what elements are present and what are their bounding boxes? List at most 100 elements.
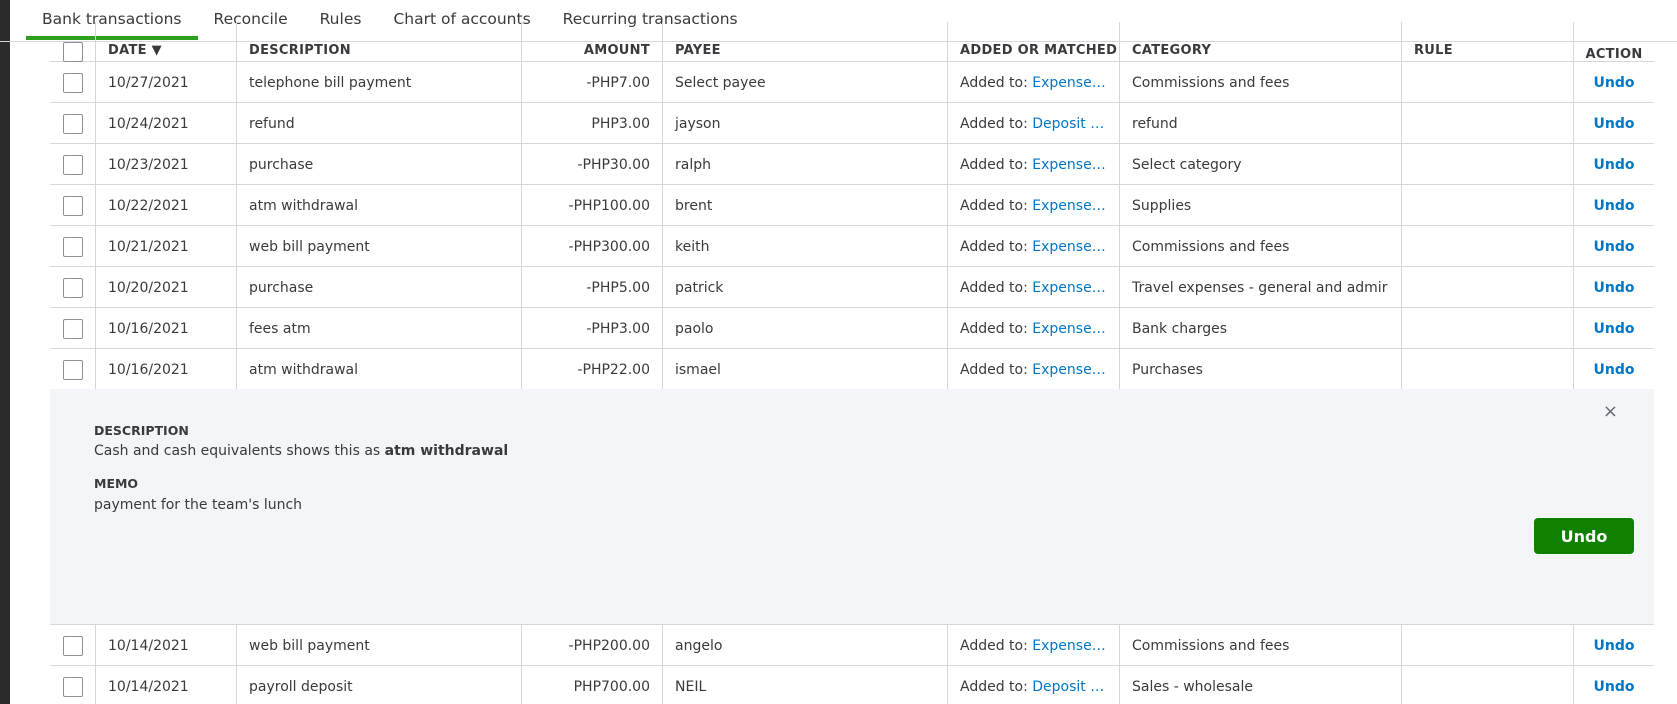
row-added-or-matched: Added to: Expense 10...: [948, 625, 1120, 666]
row-checkbox[interactable]: [62, 236, 83, 257]
row-checkbox[interactable]: [62, 154, 83, 175]
row-added-prefix: Added to:: [960, 197, 1028, 214]
row-rule: [1402, 144, 1574, 185]
row-added-or-matched: Added to: Deposit 10/...: [948, 103, 1120, 144]
row-checkbox-cell: [50, 308, 96, 349]
row-amount: -PHP30.00: [522, 144, 663, 185]
row-payee: paolo: [663, 308, 948, 349]
header-category[interactable]: CATEGORY: [1120, 22, 1402, 62]
row-action-cell: Undo: [1574, 185, 1654, 226]
undo-button[interactable]: Undo: [1534, 518, 1634, 554]
row-added-prefix: Added to:: [960, 279, 1028, 296]
row-added-link[interactable]: Expense 10...: [1032, 239, 1107, 255]
row-checkbox-cell: [50, 625, 96, 666]
row-added-link[interactable]: Expense 10...: [1032, 321, 1107, 337]
table-header: DATE ▼ DESCRIPTION AMOUNT PAYEE ADDED OR…: [50, 22, 1654, 62]
row-undo-link[interactable]: Undo: [1594, 239, 1635, 255]
detail-description-prefix: Cash and cash equivalents shows this as: [94, 443, 381, 459]
row-action-cell: Undo: [1574, 267, 1654, 308]
row-added-link[interactable]: Expense 10...: [1032, 157, 1107, 173]
row-amount: -PHP22.00: [522, 349, 663, 390]
row-description: refund: [237, 103, 522, 144]
row-added-prefix: Added to:: [960, 74, 1028, 91]
table-row[interactable]: 10/14/2021 web bill payment -PHP200.00 ange…: [50, 625, 1654, 666]
row-checkbox[interactable]: [62, 195, 83, 216]
row-amount: -PHP5.00: [522, 267, 663, 308]
row-checkbox[interactable]: [62, 676, 83, 697]
header-description[interactable]: DESCRIPTION: [237, 22, 522, 62]
row-category: Purchases: [1120, 349, 1402, 390]
row-added-or-matched: Added to: Expense 10...: [948, 267, 1120, 308]
row-added-link[interactable]: Expense 10...: [1032, 198, 1107, 214]
row-added-or-matched: Added to: Expense 10...: [948, 185, 1120, 226]
row-action-cell: Undo: [1574, 625, 1654, 666]
row-added-link[interactable]: Deposit 10/...: [1032, 116, 1107, 132]
row-amount: -PHP7.00: [522, 62, 663, 103]
row-undo-link[interactable]: Undo: [1594, 280, 1635, 296]
row-rule: [1402, 185, 1574, 226]
header-amount[interactable]: AMOUNT: [522, 22, 663, 62]
row-undo-link[interactable]: Undo: [1594, 638, 1635, 654]
table-row[interactable]: 10/16/2021 fees atm -PHP3.00 paolo Added to:…: [50, 308, 1654, 349]
row-category: refund: [1120, 103, 1402, 144]
row-rule: [1402, 103, 1574, 144]
row-payee: jayson: [663, 103, 948, 144]
row-rule: [1402, 267, 1574, 308]
row-rule: [1402, 226, 1574, 267]
row-description: payroll deposit: [237, 666, 522, 704]
table-row[interactable]: 10/16/2021 atm withdrawal -PHP22.00 ismael A…: [50, 349, 1654, 390]
row-undo-link[interactable]: Undo: [1594, 321, 1635, 337]
table-row[interactable]: 10/27/2021 telephone bill payment -PHP7.00…: [50, 62, 1654, 103]
row-rule: [1402, 666, 1574, 704]
row-checkbox[interactable]: [62, 318, 83, 339]
row-description: purchase: [237, 144, 522, 185]
row-added-link[interactable]: Expense 10...: [1032, 638, 1107, 654]
row-added-link[interactable]: Deposit 10/...: [1032, 679, 1107, 695]
header-date[interactable]: DATE ▼: [96, 22, 237, 62]
select-all-checkbox[interactable]: [62, 42, 83, 62]
row-added-or-matched: Added to: Expense 10...: [948, 226, 1120, 267]
header-payee[interactable]: PAYEE: [663, 22, 948, 62]
row-added-or-matched: Added to: Deposit 10/...: [948, 666, 1120, 704]
close-icon[interactable]: ×: [1603, 401, 1618, 422]
row-added-link[interactable]: Expense 10...: [1032, 362, 1107, 378]
row-category: Sales - wholesale: [1120, 666, 1402, 704]
table-row[interactable]: 10/23/2021 purchase -PHP30.00 ralph Added to…: [50, 144, 1654, 185]
row-added-link[interactable]: Expense 10...: [1032, 280, 1107, 296]
row-payee: keith: [663, 226, 948, 267]
row-rule: [1402, 625, 1574, 666]
row-checkbox[interactable]: [62, 635, 83, 656]
row-action-cell: Undo: [1574, 666, 1654, 704]
row-checkbox-cell: [50, 144, 96, 185]
row-checkbox[interactable]: [62, 113, 83, 134]
row-added-or-matched: Added to: Expense 10...: [948, 144, 1120, 185]
row-undo-link[interactable]: Undo: [1594, 362, 1635, 378]
row-date: 10/27/2021: [96, 62, 237, 103]
row-checkbox[interactable]: [62, 277, 83, 298]
row-undo-link[interactable]: Undo: [1594, 116, 1635, 132]
row-checkbox-cell: [50, 349, 96, 390]
row-undo-link[interactable]: Undo: [1594, 75, 1635, 91]
row-payee: NEIL: [663, 666, 948, 704]
row-added-prefix: Added to:: [960, 156, 1028, 173]
row-amount: -PHP100.00: [522, 185, 663, 226]
row-added-or-matched: Added to: Expense 10...: [948, 62, 1120, 103]
row-undo-link[interactable]: Undo: [1594, 679, 1635, 695]
row-action-cell: Undo: [1574, 144, 1654, 185]
row-undo-link[interactable]: Undo: [1594, 157, 1635, 173]
row-undo-link[interactable]: Undo: [1594, 198, 1635, 214]
row-rule: [1402, 349, 1574, 390]
row-checkbox[interactable]: [62, 359, 83, 380]
table-row[interactable]: 10/21/2021 web bill payment -PHP300.00 keit…: [50, 226, 1654, 267]
table-row[interactable]: 10/14/2021 payroll deposit PHP700.00 NEIL Ad…: [50, 666, 1654, 704]
row-checkbox[interactable]: [62, 72, 83, 93]
row-date: 10/14/2021: [96, 625, 237, 666]
table-row[interactable]: 10/24/2021 refund PHP3.00 jayson Added to: D…: [50, 103, 1654, 144]
header-added-or-matched: ADDED OR MATCHED: [948, 22, 1120, 62]
table-row[interactable]: 10/22/2021 atm withdrawal -PHP100.00 brent A…: [50, 185, 1654, 226]
table-row[interactable]: 10/20/2021 purchase -PHP5.00 patrick Added t…: [50, 267, 1654, 308]
row-category: Supplies: [1120, 185, 1402, 226]
row-action-cell: Undo: [1574, 103, 1654, 144]
row-added-link[interactable]: Expense 10...: [1032, 75, 1107, 91]
row-checkbox-cell: [50, 185, 96, 226]
